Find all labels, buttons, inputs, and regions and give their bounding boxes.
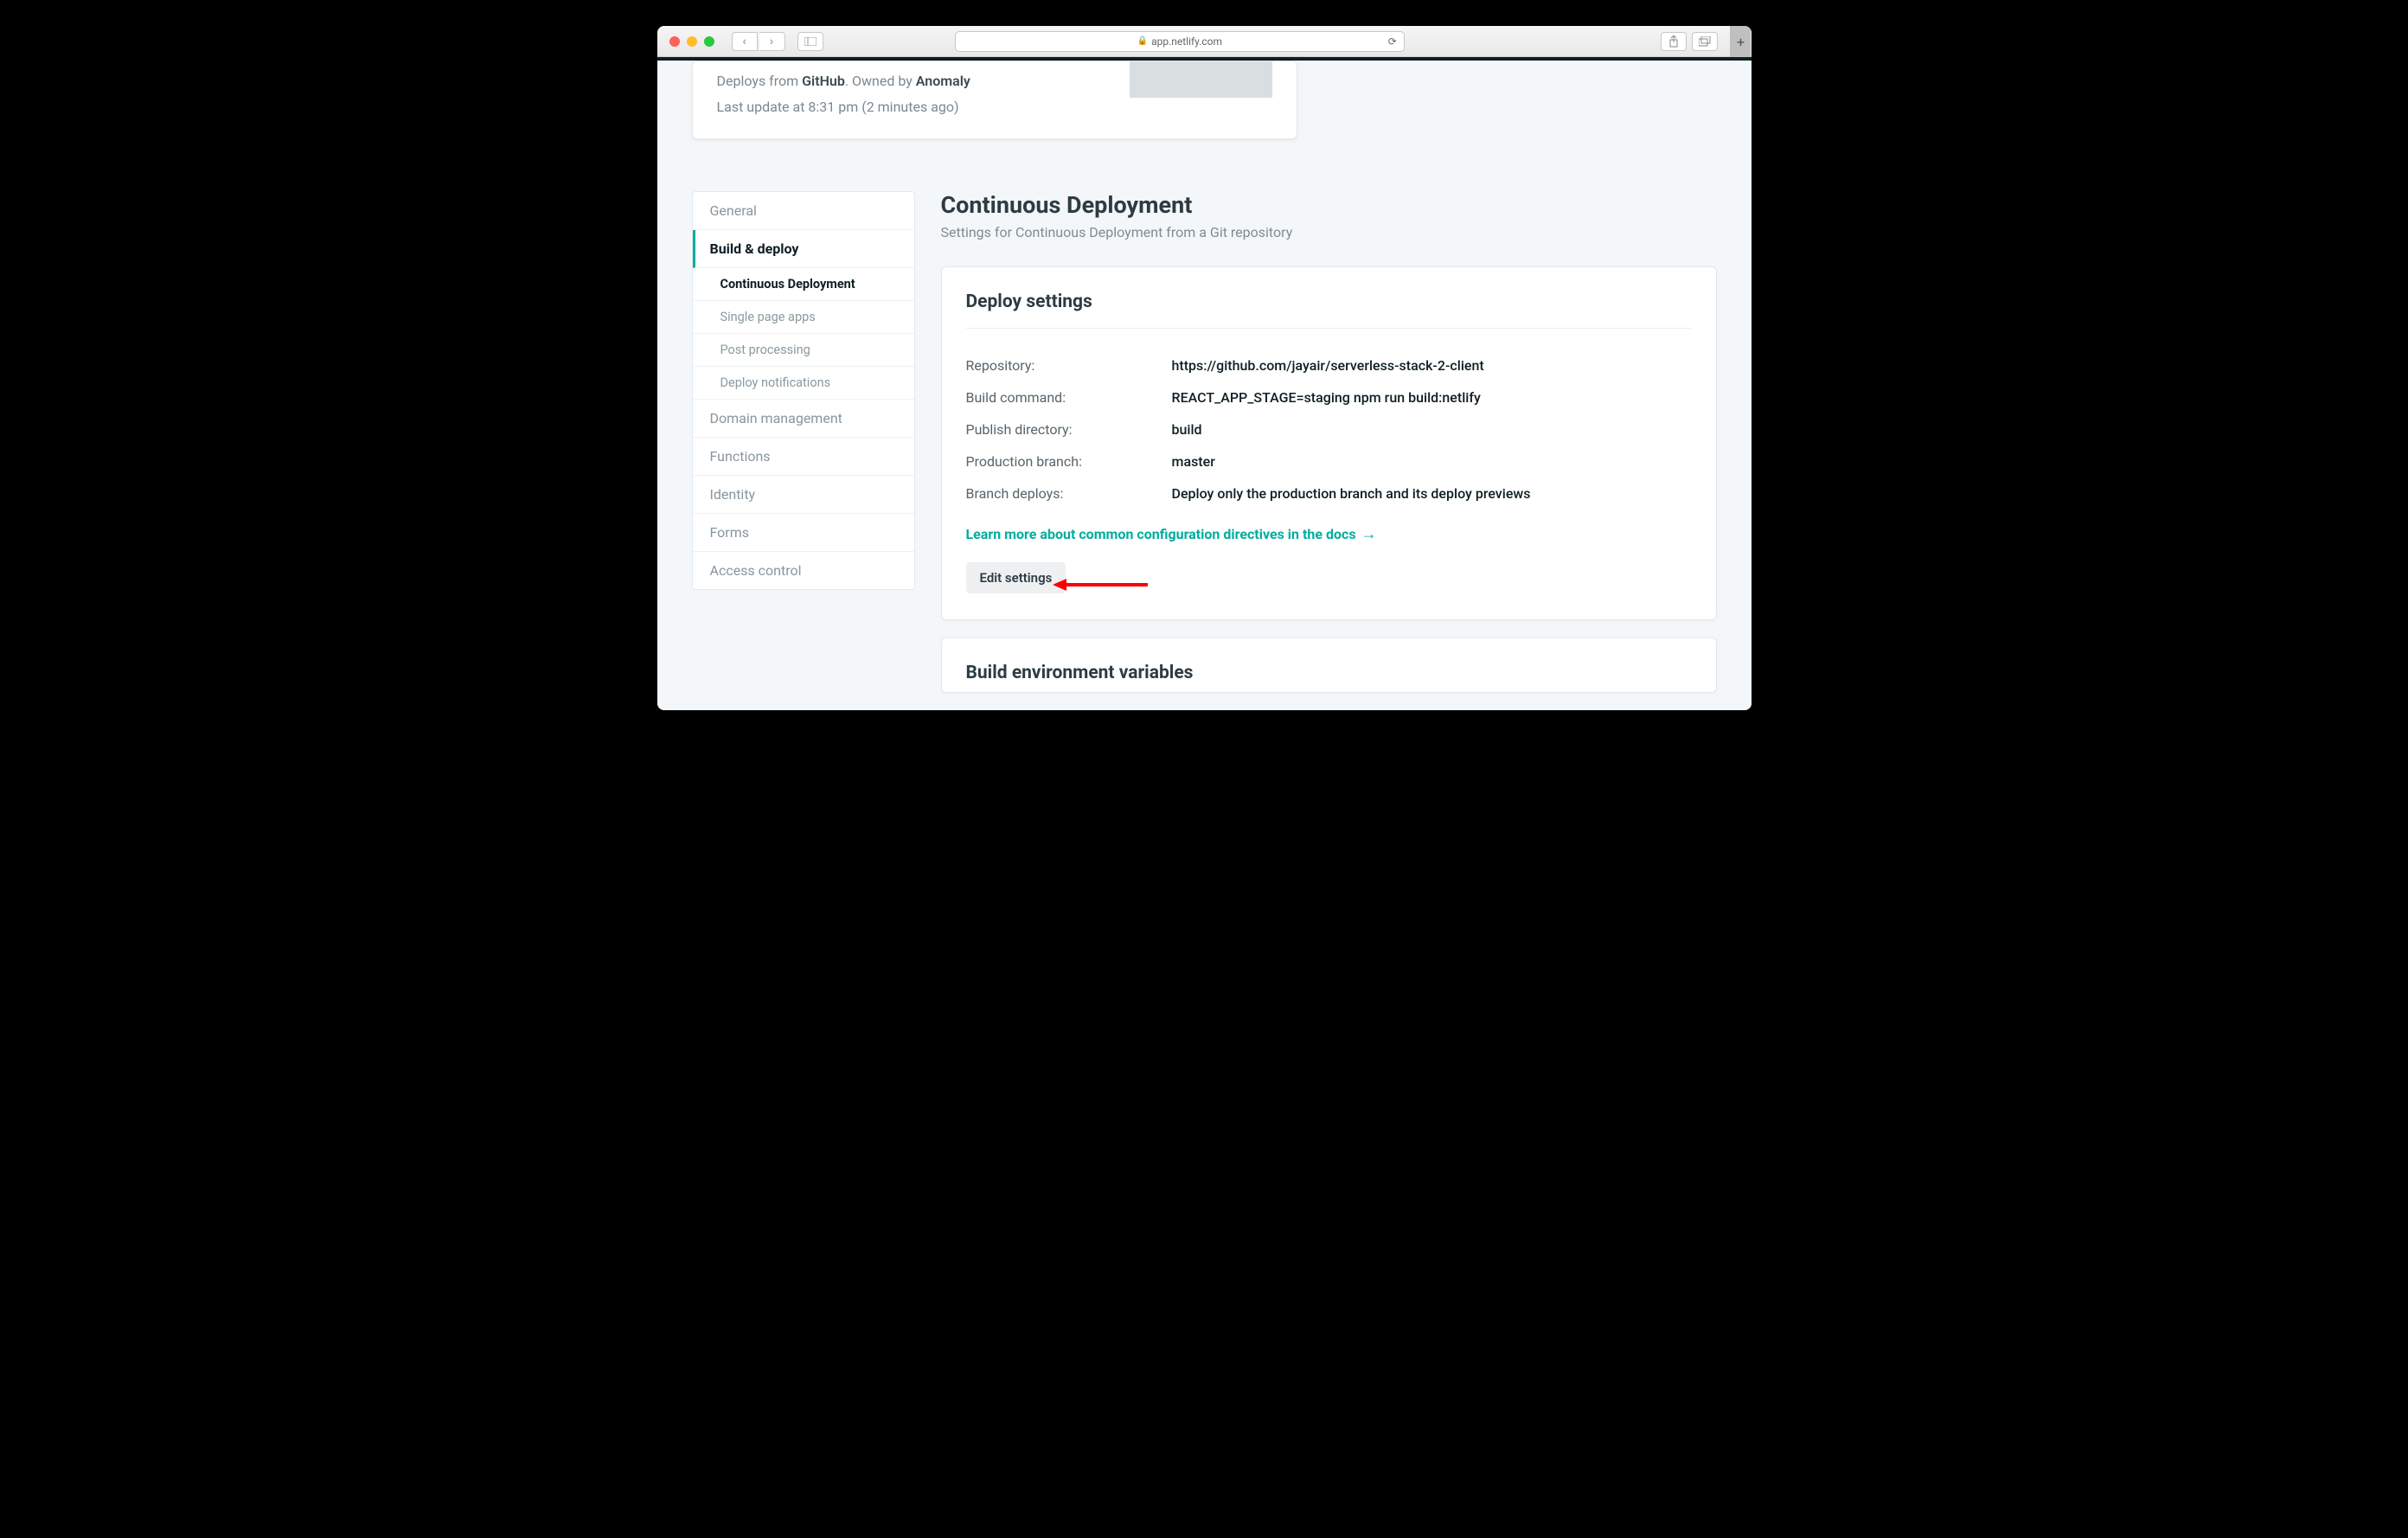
new-tab-button[interactable]: + [1730, 26, 1751, 57]
build-command-value: REACT_APP_STAGE=staging npm run build:ne… [1172, 389, 1481, 406]
row-repository: Repository: https://github.com/jayair/se… [966, 349, 1692, 381]
production-branch-label: Production branch: [966, 453, 1172, 470]
sidebar-sub-post-processing[interactable]: Post processing [693, 334, 914, 367]
deploy-settings-card: Deploy settings Repository: https://gith… [941, 266, 1717, 620]
sidebar-item-build-deploy[interactable]: Build & deploy [693, 230, 914, 268]
row-build-command: Build command: REACT_APP_STAGE=staging n… [966, 381, 1692, 413]
sidebar-icon [804, 37, 817, 46]
sidebar-sub-deploy-notifications[interactable]: Deploy notifications [693, 367, 914, 400]
sidebar-sub-continuous-deployment[interactable]: Continuous Deployment [693, 268, 914, 301]
annotation-arrow [1053, 576, 1148, 593]
site-meta: Deploys from GitHub. Owned by Anomaly La… [717, 68, 970, 121]
nav-buttons: ‹ › [732, 32, 785, 51]
back-button[interactable]: ‹ [732, 32, 758, 51]
main-content: Continuous Deployment Settings for Conti… [941, 191, 1717, 710]
sidebar-item-access-control[interactable]: Access control [693, 552, 914, 589]
page-title: Continuous Deployment [941, 191, 1717, 219]
sidebar-item-identity[interactable]: Identity [693, 476, 914, 514]
owner-name: Anomaly [916, 73, 970, 89]
tabs-button[interactable] [1692, 32, 1718, 51]
last-update-text: Last update at 8:31 pm (2 minutes ago) [717, 94, 970, 120]
learn-more-text: Learn more about common configuration di… [966, 526, 1356, 542]
repository-value: https://github.com/jayair/serverless-sta… [1172, 357, 1484, 374]
tabs-icon [1699, 36, 1711, 47]
build-command-label: Build command: [966, 389, 1172, 406]
arrow-right-icon: → [1361, 525, 1377, 543]
share-button[interactable] [1661, 32, 1687, 51]
owned-by-text: . Owned by [845, 73, 916, 89]
production-branch-value: master [1172, 453, 1215, 470]
env-vars-heading: Build environment variables [966, 663, 1692, 683]
window-controls [669, 36, 714, 47]
site-summary-card: Deploys from GitHub. Owned by Anomaly La… [692, 61, 1297, 139]
row-branch-deploys: Branch deploys: Deploy only the producti… [966, 477, 1692, 509]
sidebar-item-general[interactable]: General [693, 192, 914, 230]
repository-label: Repository: [966, 357, 1172, 374]
branch-deploys-label: Branch deploys: [966, 485, 1172, 502]
sidebar-item-forms[interactable]: Forms [693, 514, 914, 552]
sidebar-toggle-button[interactable] [797, 32, 823, 51]
url-text: app.netlify.com [1151, 35, 1222, 48]
learn-more-link[interactable]: Learn more about common configuration di… [966, 525, 1377, 543]
share-icon [1668, 35, 1679, 48]
minimize-window-button[interactable] [687, 36, 697, 47]
settings-sidebar: General Build & deploy Continuous Deploy… [692, 191, 915, 590]
browser-window: ‹ › 🔒 app.netlify.com ⟳ + [657, 26, 1752, 710]
sidebar-sub-single-page-apps[interactable]: Single page apps [693, 301, 914, 334]
env-vars-card: Build environment variables [941, 638, 1717, 693]
reload-icon[interactable]: ⟳ [1388, 35, 1397, 48]
close-window-button[interactable] [669, 36, 680, 47]
row-publish-directory: Publish directory: build [966, 413, 1692, 445]
edit-settings-button[interactable]: Edit settings [966, 562, 1066, 593]
row-production-branch: Production branch: master [966, 445, 1692, 477]
git-source: GitHub [802, 73, 845, 89]
sidebar-item-domain-management[interactable]: Domain management [693, 400, 914, 438]
publish-directory-value: build [1172, 421, 1202, 438]
lock-icon: 🔒 [1137, 36, 1148, 46]
forward-button[interactable]: › [759, 32, 785, 51]
toolbar-right [1661, 32, 1718, 51]
site-thumbnail [1130, 61, 1272, 98]
address-bar[interactable]: 🔒 app.netlify.com ⟳ [955, 31, 1405, 52]
deploys-from-text: Deploys from [717, 73, 803, 89]
sidebar-item-functions[interactable]: Functions [693, 438, 914, 476]
publish-directory-label: Publish directory: [966, 421, 1172, 438]
app-body: Deploys from GitHub. Owned by Anomaly La… [657, 57, 1752, 710]
titlebar: ‹ › 🔒 app.netlify.com ⟳ + [657, 26, 1752, 57]
page-subtitle: Settings for Continuous Deployment from … [941, 224, 1717, 240]
maximize-window-button[interactable] [704, 36, 714, 47]
branch-deploys-value: Deploy only the production branch and it… [1172, 485, 1531, 502]
deploy-settings-heading: Deploy settings [966, 292, 1692, 329]
